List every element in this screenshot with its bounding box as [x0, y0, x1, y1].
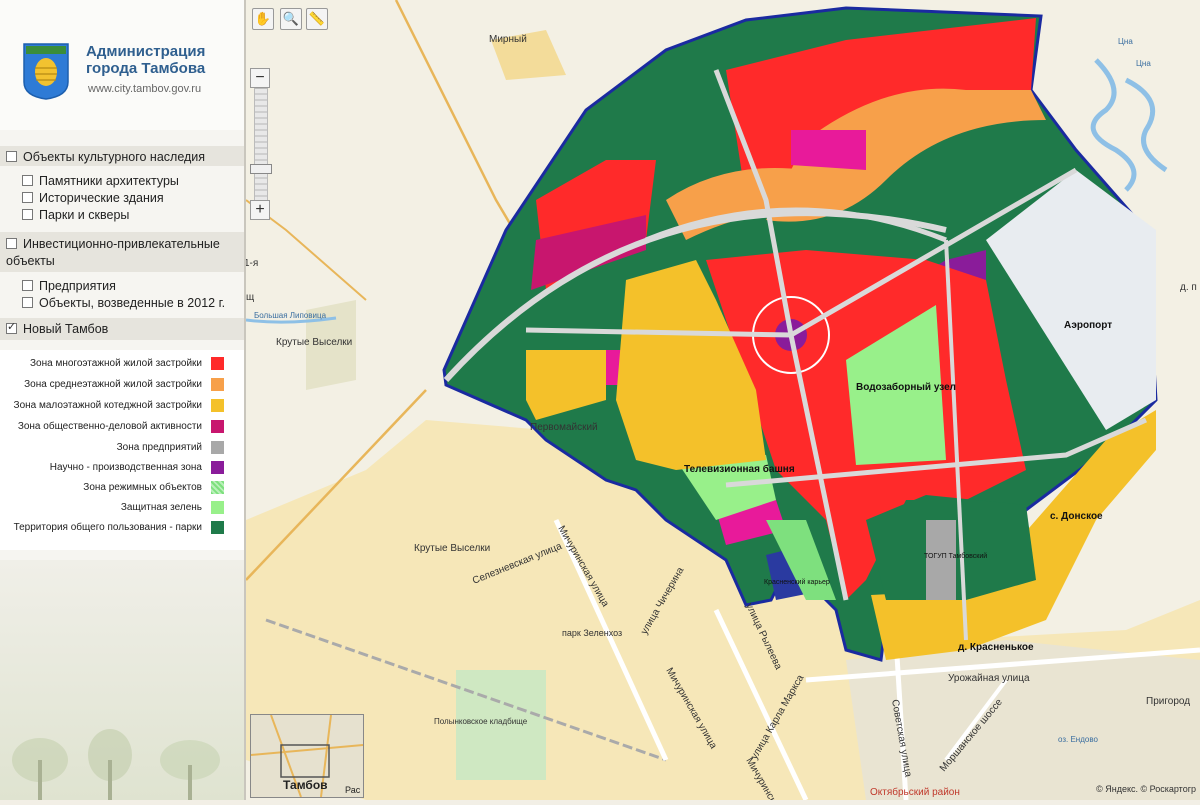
layer-group-investment[interactable]: Инвестиционно-привлекательные объекты — [0, 232, 244, 272]
layer-group-new-tambov[interactable]: Новый Тамбов — [0, 318, 244, 340]
legend-swatch — [211, 399, 224, 412]
minimap-city-label: Тамбов — [283, 778, 328, 792]
legend-label: Зона среднеэтажной жилой застройки — [24, 379, 202, 390]
zone-business — [791, 130, 866, 170]
label-krutye-vyselki: Крутые Выселки — [276, 337, 352, 348]
layer-label: Парки и скверы — [39, 208, 130, 222]
zoom-slider-handle[interactable] — [250, 164, 272, 174]
zone-cottage — [871, 590, 966, 660]
layer-label: Новый Тамбов — [23, 322, 109, 336]
label-pervomaisky: Первомайский — [530, 422, 598, 433]
label-lake: оз. Ендово — [1058, 735, 1099, 744]
ruler-icon: 📏 — [308, 11, 326, 26]
legend-swatch — [211, 420, 224, 433]
zone-enterprise — [926, 520, 956, 600]
layer-parks[interactable]: Парки и скверы — [0, 208, 244, 222]
label-cemetery: Полынковское кладбище — [434, 717, 528, 726]
label-frag: 1-я — [246, 258, 258, 269]
legend-label: Зона режимных объектов — [83, 482, 202, 493]
legend-swatch — [211, 481, 224, 494]
zoom-in-button[interactable]: + — [250, 200, 270, 220]
legend-swatch — [211, 378, 224, 391]
legend-label: Защитная зелень — [120, 502, 202, 513]
label-lipovitsa: Большая Липовица — [254, 311, 327, 320]
checkbox[interactable] — [6, 238, 17, 250]
minimap-label-frag: Рас — [345, 785, 361, 795]
legend-label: Зона многоэтажной жилой застройки — [29, 358, 202, 369]
label-tsna: Цна — [1136, 59, 1151, 68]
checkbox[interactable] — [22, 297, 33, 309]
label-prigorodny: Пригород — [1146, 696, 1190, 707]
label-donskoe: с. Донское — [1050, 511, 1103, 522]
hand-tool-button[interactable]: ✋ — [252, 8, 274, 30]
checkbox-checked[interactable] — [6, 320, 17, 335]
admin-title: Администрация города Тамбова — [86, 43, 206, 77]
minimap-canvas: Тамбов Рас — [251, 715, 363, 797]
layer-label: Исторические здания — [39, 191, 164, 205]
label-mirny: Мирный — [489, 34, 527, 45]
layer-historic-buildings[interactable]: Исторические здания — [0, 191, 244, 205]
label-water-intake: Водозаборный узел — [856, 381, 956, 393]
sidebar: Администрация города Тамбова www.city.ta… — [0, 0, 246, 800]
plus-icon: + — [255, 201, 265, 218]
zoom-slider-track[interactable] — [254, 88, 268, 202]
map-view[interactable]: Мирный Крутые Выселки Крутые Выселки Пер… — [244, 0, 1200, 805]
sidebar-decoration — [0, 560, 244, 800]
minus-icon: − — [255, 69, 265, 86]
legend-swatch — [211, 441, 224, 454]
ruler-tool-button[interactable]: 📏 — [306, 8, 328, 30]
layer-label: Памятники архитектуры — [39, 174, 179, 188]
layer-group-cultural[interactable]: Объекты культурного наследия — [0, 146, 244, 166]
map-canvas: Мирный Крутые Выселки Крутые Выселки Пер… — [244, 0, 1200, 805]
legend-swatch — [211, 461, 224, 474]
legend-label: Зона общественно-деловой активности — [17, 421, 202, 432]
header: Администрация города Тамбова www.city.ta… — [0, 0, 244, 130]
label-park: парк Зеленхоз — [562, 628, 622, 638]
layer-enterprises[interactable]: Предприятия — [0, 279, 244, 293]
layer-label: Объекты, возведенные в 2012 г. — [39, 296, 226, 310]
label-krutye-vyselki: Крутые Выселки — [414, 543, 490, 554]
zoom-box-tool-button[interactable]: 🔍 — [280, 8, 302, 30]
coat-of-arms-logo — [23, 43, 69, 100]
zoom-out-button[interactable]: − — [250, 68, 270, 88]
layer-label: Предприятия — [39, 279, 116, 293]
legend-label: Зона малоэтажной котеджной застройки — [13, 400, 202, 411]
label-tsna: Цна — [1118, 37, 1133, 46]
label-frag: щ — [246, 292, 254, 303]
site-url-link[interactable]: www.city.tambov.gov.ru — [88, 83, 201, 95]
layer-architecture[interactable]: Памятники архитектуры — [0, 174, 244, 188]
label-quarry: Красненский карьер — [764, 578, 830, 586]
checkbox[interactable] — [22, 175, 33, 187]
label-street: Урожайная улица — [948, 673, 1030, 684]
layer-label: Инвестиционно-привлекательные объекты — [6, 237, 220, 268]
overview-minimap[interactable]: Тамбов Рас — [250, 714, 364, 798]
label-frag: д. п — [1180, 282, 1197, 293]
layer-objects-2012[interactable]: Объекты, возведенные в 2012 г. — [0, 296, 244, 310]
legend-swatch — [211, 521, 224, 534]
layer-label: Объекты культурного наследия — [23, 150, 206, 164]
legend-label: Территория общего пользования - парки — [13, 522, 202, 533]
magnifier-icon: 🔍 — [282, 11, 300, 26]
checkbox[interactable] — [22, 192, 33, 204]
legend: Зона многоэтажной жилой застройки Зона с… — [0, 350, 244, 550]
label-tv-tower: Телевизионная башня — [684, 463, 795, 475]
checkbox[interactable] — [6, 151, 17, 163]
label-tgtu: ТОГУП Тамбовский — [924, 552, 987, 560]
zoom-control: − + — [250, 68, 272, 220]
legend-label: Зона предприятий — [116, 442, 202, 453]
label-krasnenkoe: д. Красненькое — [958, 642, 1034, 653]
checkbox[interactable] — [22, 280, 33, 292]
legend-label: Научно - производственная зона — [49, 462, 202, 473]
label-airport: Аэропорт — [1064, 320, 1112, 331]
trees-illustration — [12, 729, 220, 800]
label-district: Октябрьский район — [870, 786, 960, 798]
legend-swatch — [211, 501, 224, 514]
checkbox[interactable] — [22, 209, 33, 221]
legend-swatch — [211, 357, 224, 370]
hand-icon: ✋ — [254, 11, 272, 26]
map-copyright: © Яндекс. © Роскартогр — [1096, 784, 1196, 794]
